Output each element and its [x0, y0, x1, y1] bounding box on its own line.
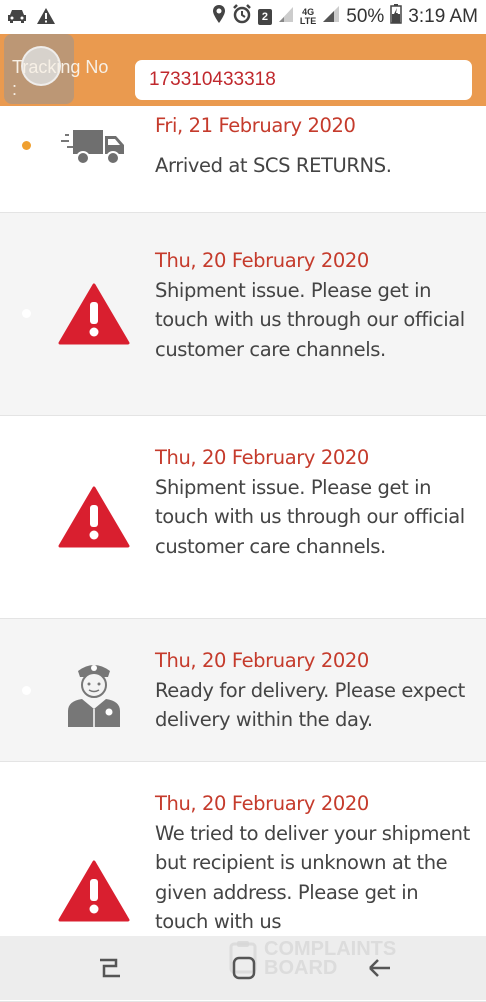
timeline-dot — [22, 512, 31, 521]
timeline-dot — [22, 876, 31, 885]
recent-apps-icon — [100, 958, 120, 978]
android-nav-bar: COMPLAINTS BOARD — [0, 936, 486, 1000]
tracking-number-input[interactable] — [135, 60, 472, 100]
notification-badge: 2 — [257, 9, 272, 25]
back-arrow-icon — [369, 959, 390, 977]
timeline-dot-active — [22, 141, 31, 150]
event-date: Thu, 20 February 2020 — [155, 649, 369, 672]
courier-icon — [58, 657, 130, 727]
timeline-dot — [22, 309, 31, 318]
signal-icon — [278, 5, 294, 29]
event-description: We tried to deliver your shipment but re… — [155, 821, 470, 934]
event-date: Thu, 20 February 2020 — [155, 792, 369, 815]
event-date: Thu, 20 February 2020 — [155, 249, 369, 272]
location-icon — [212, 4, 226, 30]
battery-icon — [390, 4, 403, 30]
recent-apps-button[interactable] — [90, 950, 130, 986]
alarm-icon — [232, 4, 252, 30]
event-description: Arrived at SCS RETURNS. — [155, 153, 392, 177]
warning-triangle-icon — [58, 283, 130, 345]
network-type: 4G LTE — [299, 7, 317, 26]
back-button[interactable] — [360, 950, 400, 986]
home-icon — [232, 956, 256, 980]
home-button[interactable] — [224, 950, 264, 986]
warning-triangle-icon — [58, 860, 130, 922]
warning-icon — [36, 7, 56, 30]
car-icon — [6, 7, 28, 30]
event-date: Fri, 21 February 2020 — [155, 114, 356, 137]
event-description: Shipment issue. Please get in touch with… — [155, 475, 465, 558]
clock: 3:19 AM — [408, 6, 478, 27]
status-bar: 2 4G LTE 50% 3:19 AM — [0, 0, 486, 34]
timeline-event: Thu, 20 February 2020 Shipment issue. Pl… — [0, 213, 486, 416]
timeline-event: Thu, 20 February 2020 Shipment issue. Pl… — [0, 416, 486, 619]
warning-triangle-icon — [58, 486, 130, 548]
timeline-event: Fri, 21 February 2020 Arrived at SCS RET… — [0, 106, 486, 213]
delivery-truck-icon — [58, 128, 130, 168]
signal-strength-icon — [322, 5, 340, 29]
timeline-dot — [22, 686, 31, 695]
event-date: Thu, 20 February 2020 — [155, 446, 369, 469]
tracking-header: Tracking No : — [0, 34, 486, 106]
tracking-timeline: Fri, 21 February 2020 Arrived at SCS RET… — [0, 106, 486, 1002]
event-description: Shipment issue. Please get in touch with… — [155, 278, 465, 361]
timeline-event: Thu, 20 February 2020 Ready for delivery… — [0, 619, 486, 762]
battery-percentage: 50% — [346, 6, 385, 27]
tracking-label: Tracking No : — [12, 57, 109, 99]
event-description: Ready for delivery. Please expect delive… — [155, 678, 465, 732]
